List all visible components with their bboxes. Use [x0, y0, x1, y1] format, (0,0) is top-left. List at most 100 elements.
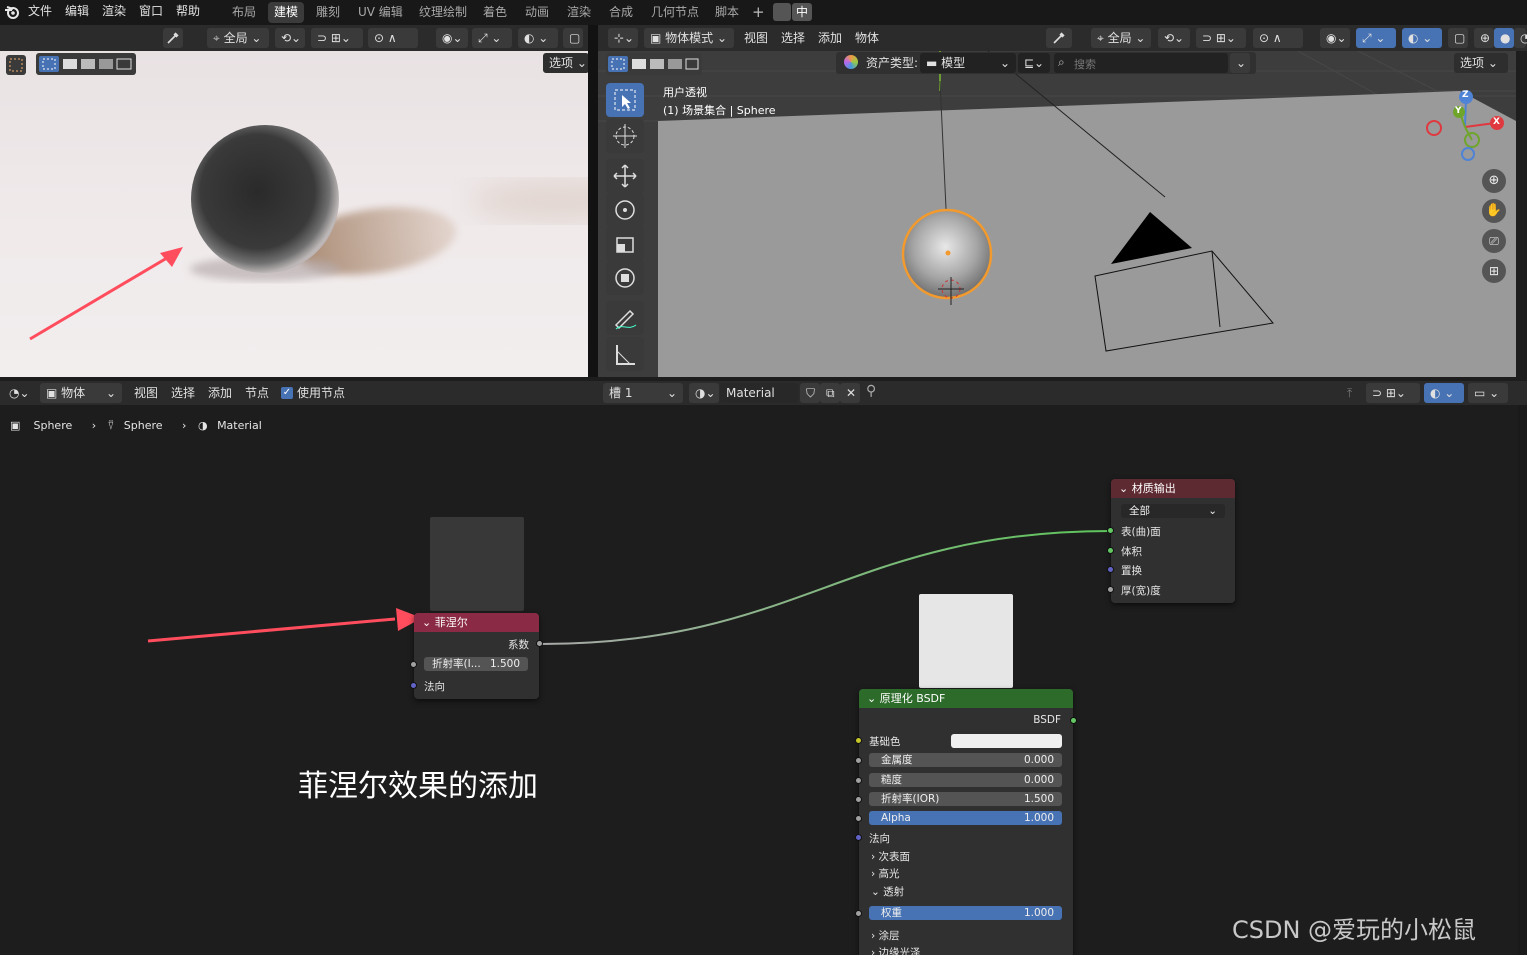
fresnel-factor-socket[interactable]	[536, 640, 543, 647]
fresnel-ior-field[interactable]: 折射率(I... 1.500	[424, 657, 528, 671]
area-divider[interactable]	[588, 25, 598, 377]
output-target-dropdown[interactable]: 全部 ⌄	[1121, 504, 1225, 518]
fresnel-normal-socket[interactable]	[410, 682, 417, 689]
gizmo-toggle[interactable]: ⤢ ⌄	[1356, 28, 1396, 48]
pan-hand-icon[interactable]: ✋	[1482, 199, 1506, 223]
output-displacement-socket[interactable]	[1107, 566, 1114, 573]
transmission-weight-socket[interactable]	[855, 910, 862, 917]
subsurface-panel-toggle[interactable]: › 次表面	[871, 849, 910, 864]
menu-view[interactable]: 视图	[134, 383, 158, 403]
material-output-node[interactable]: ⌄ 材质输出 全部 ⌄ 表(曲)面 体积 置换 厚(宽)度	[1107, 479, 1235, 603]
shading-wireframe[interactable]: ⊕	[1474, 28, 1494, 48]
metallic-field[interactable]: 金属度 0.000	[869, 753, 1062, 767]
move-tool[interactable]	[606, 159, 644, 193]
metallic-socket[interactable]	[855, 757, 862, 764]
visibility-dropdown[interactable]: ◉⌄	[1320, 28, 1350, 48]
output-surface-socket[interactable]	[1107, 527, 1114, 534]
material-name-field[interactable]: Material	[720, 383, 798, 403]
rotate-tool[interactable]	[606, 193, 644, 227]
camera-view-icon[interactable]: ⎚	[1482, 229, 1506, 253]
output-volume-socket[interactable]	[1107, 547, 1114, 554]
backdrop-toggle[interactable]: ▭ ⌄	[1468, 383, 1508, 403]
bsdf-node-header[interactable]: ⌄ 原理化 BSDF	[859, 689, 1073, 708]
duplicate-material-icon[interactable]: ⧉	[820, 383, 840, 403]
menu-select[interactable]: 选择	[171, 383, 195, 403]
node-editor-canvas[interactable]: ▣ Sphere › ⍢ Sphere › ◑ Material ⌄ 菲涅尔 系…	[0, 405, 1520, 955]
proportional-edit-toggle[interactable]: ⊙ ∧	[1253, 28, 1303, 48]
transform-orientation-dropdown[interactable]: ⌖ 全局 ⌄	[207, 28, 269, 48]
roughness-socket[interactable]	[855, 777, 862, 784]
snap-toggle[interactable]: ⊃ ⊞⌄	[1196, 28, 1246, 48]
asset-type-dropdown[interactable]: ▬ 模型 ⌄	[920, 53, 1016, 73]
collapse-icon[interactable]: ⌄	[1119, 482, 1132, 495]
shading-solid[interactable]: ●	[1494, 28, 1514, 48]
fake-user-icon[interactable]: ⛉	[800, 383, 820, 403]
menu-add[interactable]: 添加	[818, 28, 842, 48]
pivot-dropdown[interactable]: ⟲⌄	[1158, 28, 1190, 48]
bsdf-output-socket[interactable]	[1070, 717, 1077, 724]
normal-socket[interactable]	[855, 834, 862, 841]
fresnel-node[interactable]: ⌄ 菲涅尔 系数 折射率(I... 1.500 法向	[410, 613, 543, 699]
menu-window[interactable]: 窗口	[139, 0, 163, 25]
slot-dropdown[interactable]: 槽 1 ⌄	[603, 383, 683, 403]
ortho-grid-icon[interactable]: ⊞	[1482, 259, 1506, 283]
menu-add[interactable]: 添加	[208, 383, 232, 403]
tab-shading[interactable]: 着色	[477, 2, 513, 23]
tab-texture-paint[interactable]: 纹理绘制	[413, 2, 473, 23]
navigation-gizmo[interactable]: Z X Y	[1420, 87, 1510, 167]
overlay-toggle[interactable]: ◐ ⌄	[1402, 28, 1442, 48]
transmission-weight-field[interactable]: 权重 1.000	[869, 906, 1062, 920]
alpha-socket[interactable]	[855, 815, 862, 822]
add-workspace-icon[interactable]: +	[752, 3, 765, 21]
menu-select[interactable]: 选择	[781, 28, 805, 48]
menu-help[interactable]: 帮助	[176, 0, 200, 25]
annotate-tool[interactable]	[606, 301, 644, 335]
left-options-dropdown[interactable]: 选项 ⌄	[543, 53, 588, 73]
principled-bsdf-node[interactable]: ⌄ 原理化 BSDF BSDF 基础色 金属度 0.000 糙度 0.000 折…	[855, 689, 1077, 955]
menu-view[interactable]: 视图	[744, 28, 768, 48]
xray-toggle[interactable]: ▢	[563, 28, 583, 48]
link-fresnel-to-surface[interactable]	[540, 530, 1112, 645]
alpha-field[interactable]: Alpha 1.000	[869, 811, 1062, 825]
collapse-icon[interactable]: ⌄	[867, 692, 880, 705]
base-color-socket[interactable]	[855, 737, 862, 744]
right-options-dropdown[interactable]: 选项 ⌄	[1454, 53, 1508, 73]
tab-rendering[interactable]: 渲染	[561, 2, 597, 23]
fresnel-node-header[interactable]: ⌄ 菲涅尔	[414, 613, 539, 632]
blender-logo-icon[interactable]	[4, 4, 20, 20]
material-browse-button[interactable]: ◑⌄	[689, 383, 719, 403]
gizmo-toggle[interactable]: ⤢ ⌄	[472, 28, 512, 48]
coat-panel-toggle[interactable]: › 涂层	[871, 928, 900, 943]
cursor-tool[interactable]	[606, 119, 644, 153]
snap-toggle[interactable]: ⊃ ⊞⌄	[311, 28, 363, 48]
tab-layout[interactable]: 布局	[226, 2, 262, 23]
output-thickness-socket[interactable]	[1107, 586, 1114, 593]
material-output-header[interactable]: ⌄ 材质输出	[1111, 479, 1235, 498]
eyedropper-icon[interactable]	[163, 28, 183, 48]
parent-node-tree-icon[interactable]: ⤒	[1341, 383, 1361, 403]
ior-socket[interactable]	[855, 796, 862, 803]
roughness-field[interactable]: 糙度 0.000	[869, 773, 1062, 787]
asset-filter-dropdown[interactable]: ⊑⌄	[1018, 53, 1050, 73]
scene-icon[interactable]	[773, 3, 791, 21]
overlay-toggle[interactable]: ◐ ⌄	[518, 28, 558, 48]
menu-node[interactable]: 节点	[245, 383, 269, 403]
pin-icon[interactable]: ⚲	[866, 383, 876, 399]
sheen-panel-toggle[interactable]: › 边缘光泽	[871, 945, 921, 955]
transform-orientation-dropdown[interactable]: ⌖ 全局 ⌄	[1091, 28, 1151, 48]
ior-field[interactable]: 折射率(IOR) 1.500	[869, 792, 1062, 806]
overlay-toggle[interactable]: ◐ ⌄	[1424, 383, 1464, 403]
scale-tool[interactable]	[606, 227, 644, 261]
editor-type-dropdown[interactable]: ◔⌄	[3, 383, 33, 403]
tab-compositing[interactable]: 合成	[603, 2, 639, 23]
asset-bar-toggle[interactable]: ⌄	[1230, 53, 1250, 73]
asset-search-input[interactable]: ⌕ 搜索	[1054, 53, 1228, 73]
tab-uv-editing[interactable]: UV 编辑	[352, 2, 409, 23]
measure-tool[interactable]	[606, 337, 644, 371]
object-type-dropdown[interactable]: ▣ 物体 ⌄	[40, 383, 122, 403]
tab-modeling[interactable]: 建模	[268, 2, 305, 23]
tab-geometry-nodes[interactable]: 几何节点	[645, 2, 705, 23]
shading-material[interactable]: ◔	[1514, 28, 1527, 48]
eyedropper-icon[interactable]	[1046, 28, 1072, 48]
pivot-dropdown[interactable]: ⟲⌄	[275, 28, 305, 48]
